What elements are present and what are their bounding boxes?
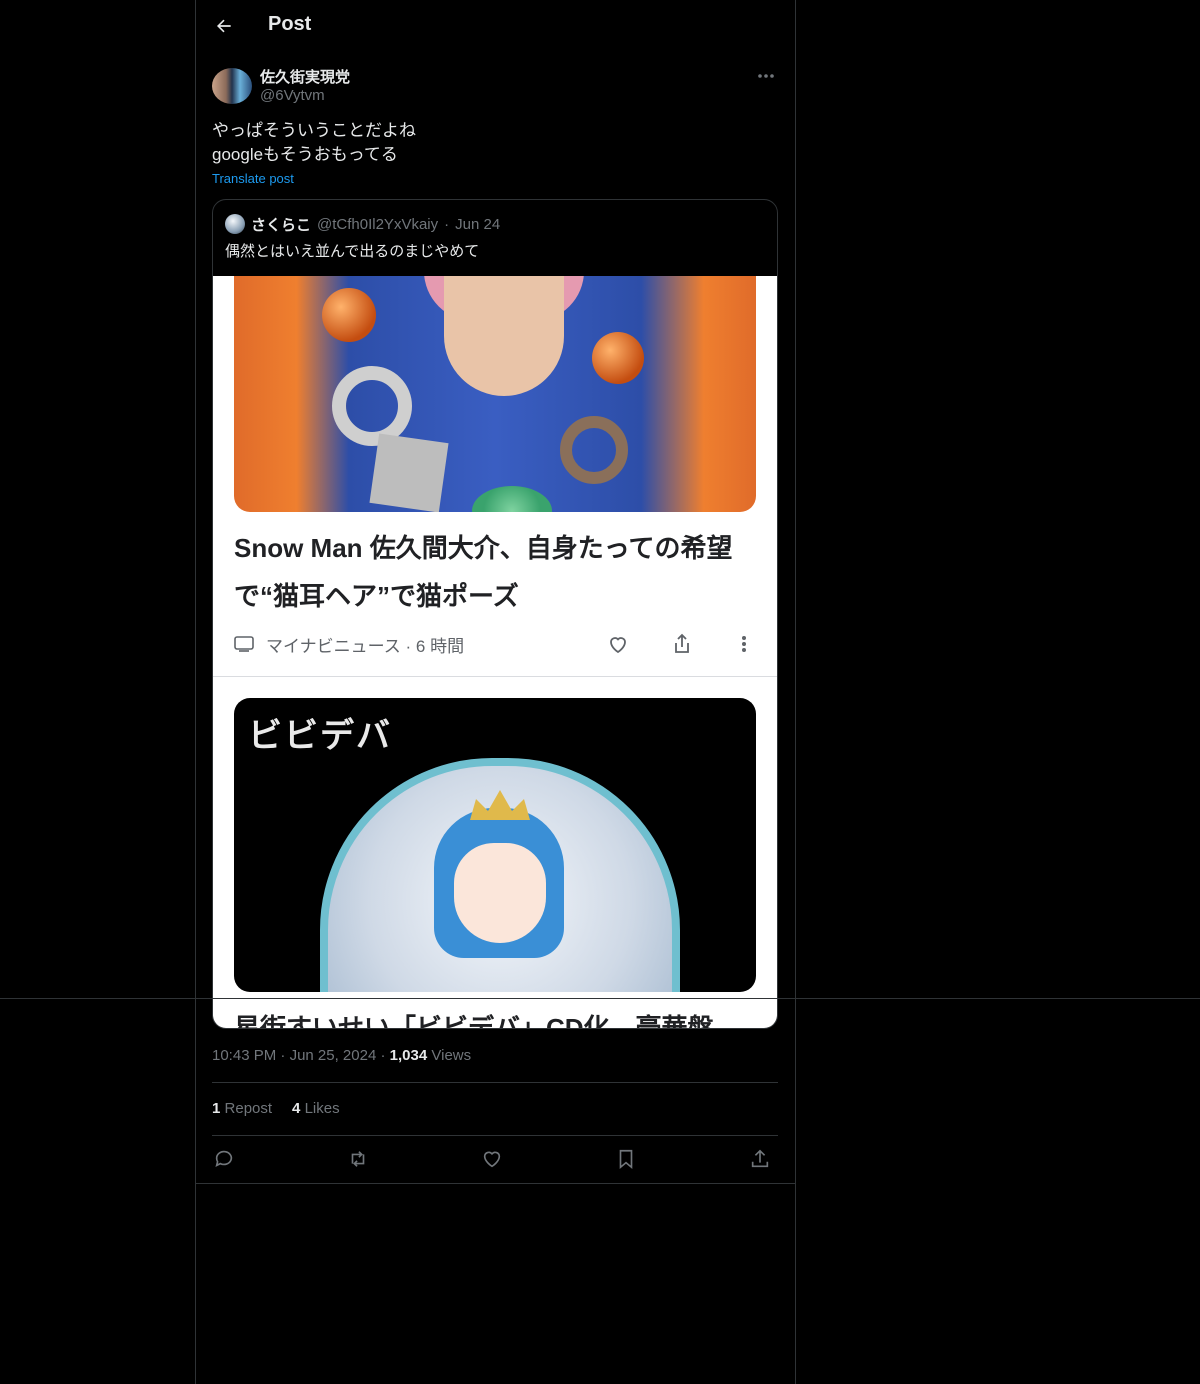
like-icon[interactable] — [480, 1148, 504, 1170]
quoted-media-screenshot[interactable]: Snow Man 佐久間大介、自身たっての希望で“猫耳ヘア”で猫ポーズ マイナビ… — [213, 276, 777, 1028]
reposts-label: Repost — [224, 1100, 273, 1117]
likes-stat[interactable]: 4 Likes — [292, 1100, 340, 1117]
post-text: やっぱそういうことだよね googleもそうおもってる — [212, 121, 416, 164]
views-count: 1,034 — [389, 1047, 428, 1064]
post-column: Post 佐久街実現党 @6Vytvm やっぱそういうことだよね googleも… — [195, 0, 796, 1384]
photo-cross-shape — [369, 433, 449, 512]
repost-icon[interactable] — [346, 1148, 370, 1170]
likes-label: Likes — [304, 1100, 340, 1117]
photo-ball-shape — [592, 332, 644, 384]
news-photo-1 — [234, 276, 756, 512]
news-headline-2: 星街すいせい「ビビデバ」CD化 豪華盤 — [234, 1013, 714, 1028]
news-source: マイナビニュース · 6 時間 — [266, 637, 465, 656]
divider — [212, 1082, 778, 1083]
photo-ball-shape — [322, 288, 376, 342]
reposts-count: 1 — [212, 1100, 221, 1117]
divider — [196, 1183, 795, 1184]
photo-ring-shape — [560, 416, 628, 484]
heart-icon — [610, 637, 626, 654]
news-headline-1: Snow Man 佐久間大介、自身たっての希望で“猫耳ヘア”で猫ポーズ — [234, 533, 733, 611]
reposts-stat[interactable]: 1 Repost — [212, 1100, 272, 1117]
header: Post — [196, 0, 795, 54]
post-author: 佐久街実現党 @6Vytvm — [212, 66, 778, 106]
quoted-avatar — [225, 214, 245, 234]
views-label: Views — [431, 1047, 472, 1064]
card-divider — [213, 676, 777, 677]
tv-icon — [234, 636, 254, 652]
meta-separator: · — [380, 1047, 386, 1064]
news-source-row: マイナビニュース · 6 時間 — [234, 632, 756, 656]
quoted-display-name: さくらこ — [251, 216, 312, 234]
quoted-post-header: さくらこ @tCfh0Il2YxVkaiy · Jun 24 — [225, 214, 500, 234]
photo-flower-shape — [472, 486, 552, 512]
post-date[interactable]: Jun 25, 2024 — [290, 1047, 377, 1064]
post-meta: 10:43 PM · Jun 25, 2024 · 1,034 Views — [212, 1047, 471, 1064]
quoted-separator: · — [444, 215, 450, 233]
photo-logo: ビビデバ — [248, 716, 392, 756]
more-options-button[interactable] — [754, 66, 778, 86]
more-horizontal-icon — [758, 74, 774, 78]
more-vertical-icon — [742, 636, 746, 652]
post-time[interactable]: 10:43 PM — [212, 1047, 276, 1064]
photo-face-shape — [454, 843, 546, 943]
meta-separator: · — [280, 1047, 286, 1064]
share-icon — [675, 633, 689, 653]
post-actions — [212, 1148, 778, 1170]
quoted-text: 偶然とはいえ並んで出るのまじやめて — [225, 243, 480, 260]
avatar[interactable] — [212, 68, 252, 104]
photo-face-shape — [444, 276, 564, 396]
bookmark-icon[interactable] — [614, 1148, 638, 1170]
divider — [212, 1135, 778, 1136]
translate-post-link[interactable]: Translate post — [212, 171, 294, 186]
photo-ring-shape — [332, 366, 412, 446]
arrow-left-icon — [217, 19, 231, 33]
viewport-divider — [0, 998, 1200, 999]
reply-icon[interactable] — [212, 1148, 236, 1170]
author-display-name[interactable]: 佐久街実現党 — [260, 66, 350, 87]
author-handle[interactable]: @6Vytvm — [260, 87, 325, 104]
quoted-post[interactable]: さくらこ @tCfh0Il2YxVkaiy · Jun 24 偶然とはいえ並んで… — [212, 199, 778, 1029]
news-photo-2: ビビデバ — [234, 698, 756, 992]
post-stats: 1 Repost 4 Likes — [212, 1100, 340, 1117]
quoted-date: Jun 24 — [455, 215, 501, 233]
page-title: Post — [268, 13, 312, 35]
share-icon[interactable] — [748, 1148, 772, 1170]
likes-count: 4 — [292, 1100, 301, 1117]
quoted-handle: @tCfh0Il2YxVkaiy — [317, 215, 439, 233]
back-button[interactable] — [212, 14, 236, 38]
